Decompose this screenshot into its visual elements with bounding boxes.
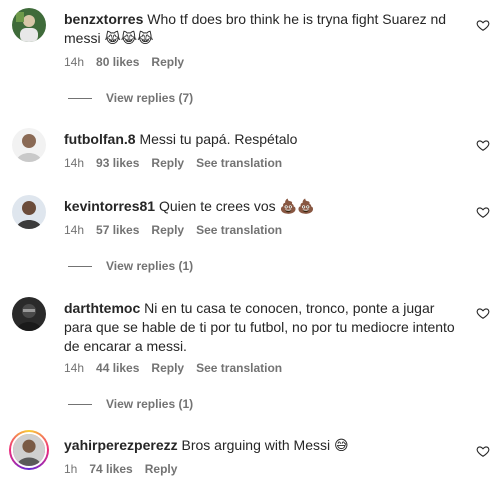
view-replies-label: View replies (7) [106,91,194,105]
comment-text-block: yahirperezperezz Bros arguing with Messi… [64,436,460,455]
view-replies-button[interactable]: View replies (7) [68,91,193,105]
comment-time: 14h [64,361,85,375]
avatar[interactable] [12,195,46,229]
comment-time: 1h [64,462,78,476]
see-translation-button[interactable]: See translation [196,156,282,170]
reply-button[interactable]: Reply [151,55,184,69]
comment-time: 14h [64,223,85,237]
heart-outline-icon[interactable] [476,138,490,152]
heart-outline-icon[interactable] [476,18,490,32]
comment-username[interactable]: futbolfan.8 [64,131,136,147]
avatar[interactable] [12,297,46,331]
comment-meta: 14h 80 likes Reply [64,55,184,69]
comment-username[interactable]: benzxtorres [64,11,143,27]
comment-username[interactable]: darthtemoc [64,300,140,316]
heart-outline-icon[interactable] [476,444,490,458]
view-replies-label: View replies (1) [106,397,194,411]
comment-text-block: darthtemoc Ni en tu casa te conocen, tro… [64,299,460,356]
replies-divider [68,265,92,267]
comment-text-block: futbolfan.8 Messi tu papá. Respétalo [64,130,460,149]
comment-text-block: benzxtorres Who tf does bro think he is … [64,10,460,48]
view-replies-button[interactable]: View replies (1) [68,259,193,273]
replies-divider [68,97,92,99]
comment-likes[interactable]: 57 likes [96,223,139,237]
avatar [11,432,47,468]
comment-text: Quien te crees vos 💩💩 [158,198,315,214]
reply-button[interactable]: Reply [151,361,184,375]
comment-likes[interactable]: 44 likes [96,361,139,375]
comment-text-block: kevintorres81 Quien te crees vos 💩💩 [64,197,460,216]
view-replies-button[interactable]: View replies (1) [68,397,193,411]
avatar[interactable] [12,8,46,42]
comment-time: 14h [64,156,85,170]
comment-likes[interactable]: 80 likes [96,55,139,69]
comment-likes[interactable]: 93 likes [96,156,139,170]
comment-meta: 14h 44 likes Reply See translation [64,361,282,375]
comment-text: Bros arguing with Messi 😅 [181,437,349,453]
comment-likes[interactable]: 74 likes [89,462,132,476]
view-replies-label: View replies (1) [106,259,194,273]
comment-meta: 14h 57 likes Reply See translation [64,223,282,237]
replies-divider [68,403,92,405]
avatar[interactable] [12,128,46,162]
comment-time: 14h [64,55,85,69]
heart-outline-icon[interactable] [476,205,490,219]
see-translation-button[interactable]: See translation [196,223,282,237]
reply-button[interactable]: Reply [151,156,184,170]
comment-username[interactable]: yahirperezperezz [64,437,178,453]
comment-text: Messi tu papá. Respétalo [139,131,298,147]
comment-username[interactable]: kevintorres81 [64,198,155,214]
heart-outline-icon[interactable] [476,306,490,320]
avatar-story-ring[interactable] [9,430,49,470]
see-translation-button[interactable]: See translation [196,361,282,375]
reply-button[interactable]: Reply [145,462,178,476]
reply-button[interactable]: Reply [151,223,184,237]
comment-meta: 14h 93 likes Reply See translation [64,156,282,170]
comment-meta: 1h 74 likes Reply [64,462,177,476]
